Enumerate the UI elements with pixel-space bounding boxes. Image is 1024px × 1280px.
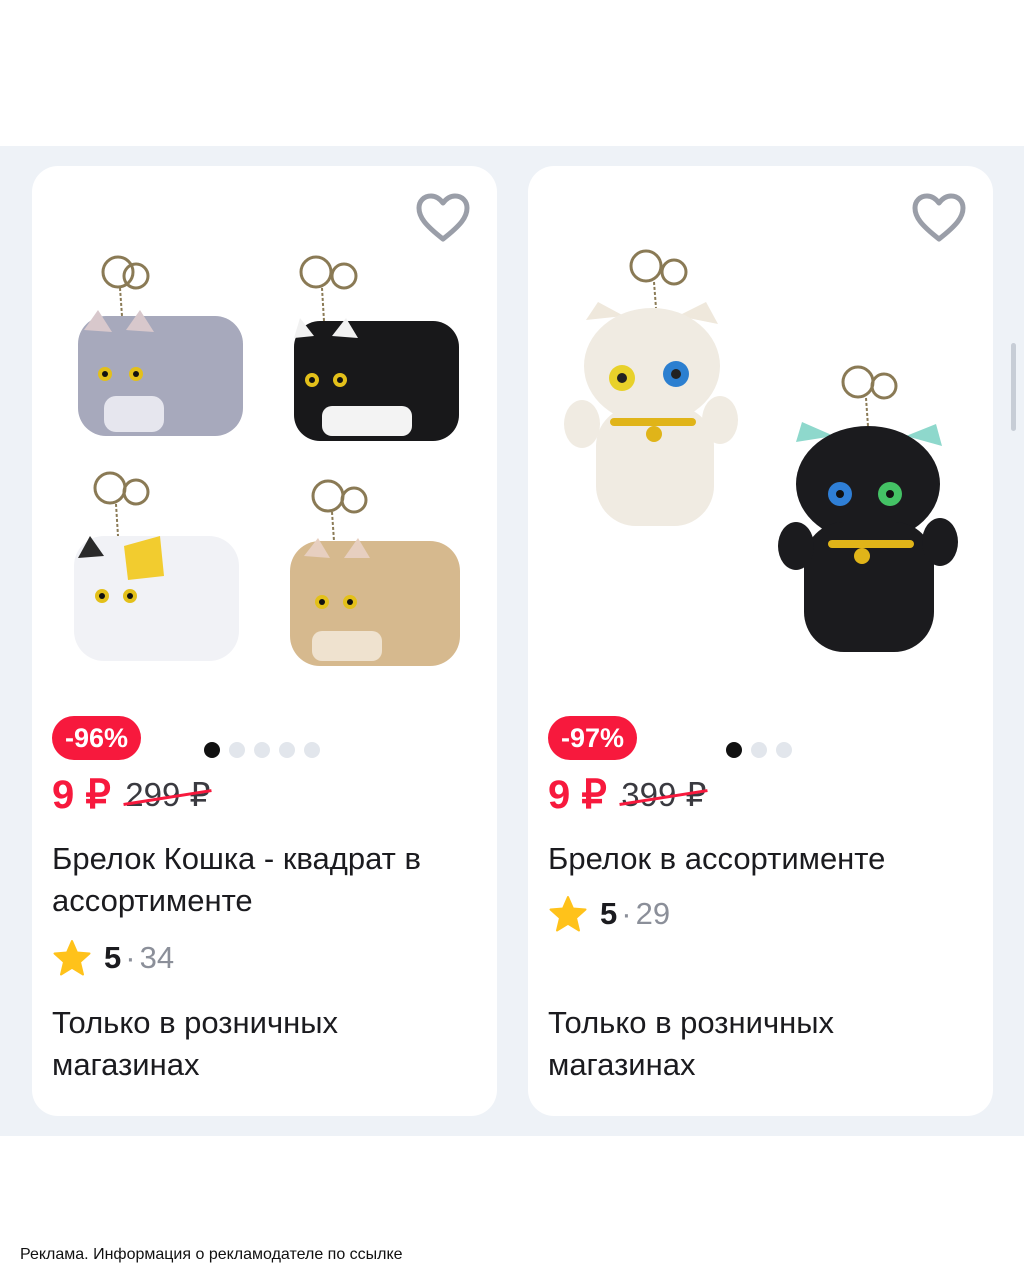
discount-badge: -96% [52,716,142,760]
rating-separator: · [621,896,632,931]
price-row: 9 ₽ 299 ₽ [52,770,211,820]
grey-cube-cat-image [78,255,243,436]
product-title[interactable]: Брелок в ассортименте [548,838,978,880]
review-count[interactable]: 29 [636,896,670,932]
pagination-dot[interactable] [751,742,767,758]
availability-note: Только в розничных магазинах [548,1005,834,1082]
pagination-dot[interactable] [229,742,245,758]
rating-row: 5 · 34 [52,938,174,978]
white-plush-cat-image [564,249,738,526]
rating-row: 5 · 29 [548,894,670,934]
availability-note: Только в розничных магазинах [52,1005,338,1082]
discount-badge: -97% [548,716,638,760]
pagination-dot[interactable] [776,742,792,758]
rating-separator: · [125,940,136,975]
pagination-dot[interactable] [254,742,270,758]
product-title[interactable]: Брелок Кошка - квадрат в ассортименте [52,838,482,922]
pagination-dot[interactable] [304,742,320,758]
product-card-cat-square-keychain[interactable]: -96% 9 ₽ 299 ₽ Брелок Кошка - квадрат в … [32,166,497,1116]
white-cube-cat-image [74,471,239,661]
image-pagination[interactable] [726,742,792,758]
rating-value: 5 [104,940,122,975]
favorite-heart-icon[interactable] [415,192,471,244]
product-image[interactable] [528,246,993,726]
rating-value: 5 [600,896,618,931]
pagination-dot[interactable] [204,742,220,758]
old-price: 299 ₽ [125,770,210,820]
current-price: 9 ₽ [52,773,111,817]
favorite-heart-icon[interactable] [911,192,967,244]
ad-disclaimer-link[interactable]: Реклама. Информация о рекламодателе по с… [20,1246,403,1264]
pagination-dot[interactable] [279,742,295,758]
product-card-plush-keychain[interactable]: -97% 9 ₽ 399 ₽ Брелок в ассортименте 5 ·… [528,166,993,1116]
star-icon [549,896,587,932]
old-price: 399 ₽ [621,770,706,820]
review-count[interactable]: 34 [140,940,174,976]
scrollbar[interactable] [1011,343,1016,431]
price-row: 9 ₽ 399 ₽ [548,770,707,820]
current-price: 9 ₽ [548,773,607,817]
black-plush-cat-image [778,365,958,652]
beige-cube-cat-image [290,479,460,666]
image-pagination[interactable] [204,742,320,758]
pagination-dot[interactable] [726,742,742,758]
black-cube-cat-image [294,255,459,441]
product-image[interactable] [32,246,497,726]
star-icon [53,940,91,976]
